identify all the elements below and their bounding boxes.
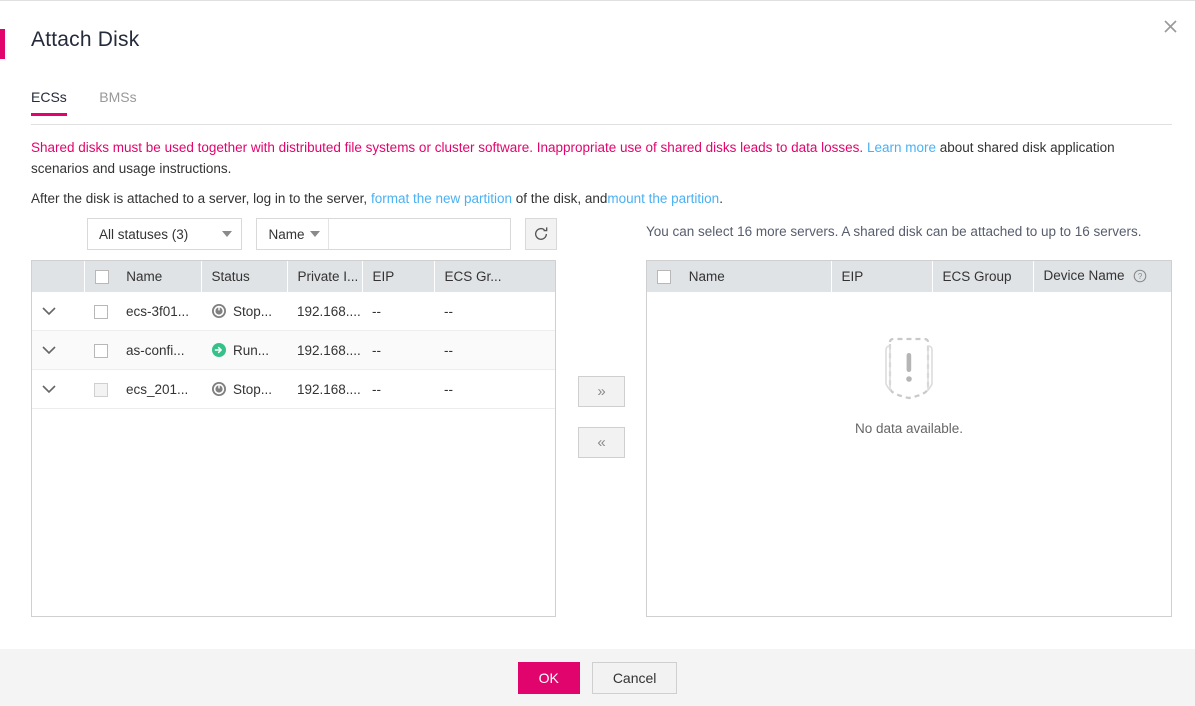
status-stopped-icon (211, 303, 227, 319)
row-checkbox[interactable] (94, 304, 108, 319)
table-row[interactable]: ecs-3f01... Stop... 192.168.... -- -- (32, 292, 555, 331)
column-header-status: Status (201, 261, 288, 292)
instructions-middle: of the disk, and (515, 191, 608, 206)
no-data-icon (878, 336, 940, 407)
chevron-down-icon (310, 231, 321, 237)
instructions-prefix: After the disk is attached to a server, … (31, 191, 368, 206)
double-chevron-right-icon: » (597, 383, 606, 400)
dialog-footer: OK Cancel (0, 649, 1195, 706)
select-all-column-header: Name (84, 261, 202, 292)
column-header-ecs-group: ECS Gr... (434, 261, 555, 292)
tab-ecss[interactable]: ECSs (31, 89, 67, 116)
cell-status: Stop... (201, 369, 287, 409)
page-title: Attach Disk (31, 28, 140, 51)
title-accent-bar (0, 29, 5, 59)
selected-servers-panel: Name EIP ECS Group Device Name ? No data… (646, 260, 1172, 617)
learn-more-link[interactable]: Learn more (867, 140, 936, 155)
table-header-row: Name Status Private I... EIP ECS Gr... (32, 261, 555, 292)
cell-eip: -- (362, 369, 434, 409)
table-row[interactable]: ecs_201... Stop... 192.168.... -- -- (32, 369, 555, 409)
empty-state: No data available. (647, 336, 1171, 436)
column-header-eip: EIP (831, 261, 933, 292)
cell-name: ecs-3f01... (116, 292, 201, 331)
no-data-text: No data available. (854, 421, 964, 436)
available-servers-panel: Name Status Private I... EIP ECS Gr... e… (31, 260, 556, 617)
row-checkbox[interactable] (94, 343, 108, 358)
tab-bar: ECSs BMSs (31, 89, 1172, 125)
expand-row-cell[interactable] (32, 292, 84, 331)
select-all-checkbox[interactable] (657, 270, 671, 285)
ok-button[interactable]: OK (517, 661, 580, 694)
chevron-down-icon[interactable] (42, 304, 56, 319)
expand-row-cell[interactable] (32, 330, 84, 370)
chevron-down-icon[interactable] (42, 343, 56, 358)
expand-row-cell[interactable] (32, 369, 84, 409)
cell-name: as-confi... (116, 330, 201, 370)
row-checkbox[interactable] (94, 382, 108, 397)
cell-eip: -- (362, 292, 434, 331)
column-header-device-name: Device Name ? (1033, 261, 1171, 292)
cell-ecs-group: -- (434, 369, 555, 409)
column-header-ecs-group: ECS Group (932, 261, 1034, 292)
chevron-down-icon[interactable] (42, 382, 56, 397)
search-field-label: Name (268, 226, 305, 242)
column-header-eip: EIP (362, 261, 435, 292)
filter-toolbar: All statuses (3) Name (87, 218, 557, 250)
move-left-button[interactable]: « (578, 427, 625, 458)
column-header-name: Name (688, 268, 725, 284)
status-running-icon (211, 342, 227, 358)
search-box: Name (256, 218, 542, 250)
table-row[interactable]: as-confi... Run... 192.168.... -- -- (32, 330, 555, 370)
tab-bmss[interactable]: BMSs (99, 89, 136, 115)
search-input[interactable] (329, 219, 519, 249)
cell-eip: -- (362, 330, 434, 370)
cell-private-ip: 192.168.... (287, 330, 362, 370)
available-servers-table: Name Status Private I... EIP ECS Gr... e… (32, 261, 555, 409)
close-icon[interactable] (1159, 15, 1181, 37)
warning-text: Shared disks must be used together with … (31, 140, 864, 155)
select-all-checkbox[interactable] (94, 270, 109, 285)
cell-name: ecs_201... (116, 369, 201, 409)
cell-status: Stop... (201, 292, 287, 331)
select-all-column-header: Name (647, 261, 832, 292)
cell-private-ip: 192.168.... (287, 292, 362, 331)
post-attach-instructions: After the disk is attached to a server, … (31, 188, 1171, 209)
table-header-row: Name EIP ECS Group Device Name ? (647, 261, 1171, 292)
search-field-dropdown[interactable]: Name (257, 219, 330, 249)
double-chevron-left-icon: « (597, 434, 606, 451)
status-stopped-icon (211, 381, 227, 397)
cell-ecs-group: -- (434, 330, 555, 370)
status-filter-label: All statuses (3) (99, 226, 189, 242)
format-partition-link[interactable]: format the new partition (371, 191, 512, 206)
status-filter-dropdown[interactable]: All statuses (3) (87, 218, 242, 250)
expand-column-header (32, 261, 85, 292)
row-checkbox-cell[interactable] (84, 330, 116, 370)
move-right-button[interactable]: » (578, 376, 625, 407)
row-checkbox-cell[interactable] (84, 369, 116, 409)
selected-servers-table: Name EIP ECS Group Device Name ? (647, 261, 1171, 292)
chevron-down-icon (222, 231, 232, 237)
column-header-name: Name (126, 268, 163, 284)
cancel-button[interactable]: Cancel (591, 661, 678, 694)
cell-status: Run... (201, 330, 287, 370)
svg-text:?: ? (1138, 272, 1143, 281)
help-icon[interactable]: ? (1133, 269, 1147, 286)
column-header-device-name-label: Device Name (1043, 267, 1125, 283)
status-label: Stop... (233, 381, 273, 397)
mount-partition-link[interactable]: mount the partition (607, 191, 719, 206)
column-header-private-ip: Private I... (287, 261, 363, 292)
cell-ecs-group: -- (434, 292, 555, 331)
shared-disk-warning: Shared disks must be used together with … (31, 137, 1171, 179)
row-checkbox-cell[interactable] (84, 292, 116, 331)
status-label: Stop... (233, 303, 273, 319)
instructions-period: . (719, 191, 723, 206)
status-label: Run... (233, 342, 270, 358)
cell-private-ip: 192.168.... (287, 369, 362, 409)
selection-hint: You can select 16 more servers. A shared… (646, 224, 1142, 239)
refresh-button[interactable] (524, 218, 557, 250)
attach-disk-dialog: Attach Disk ECSs BMSs Shared disks must … (0, 0, 1195, 706)
